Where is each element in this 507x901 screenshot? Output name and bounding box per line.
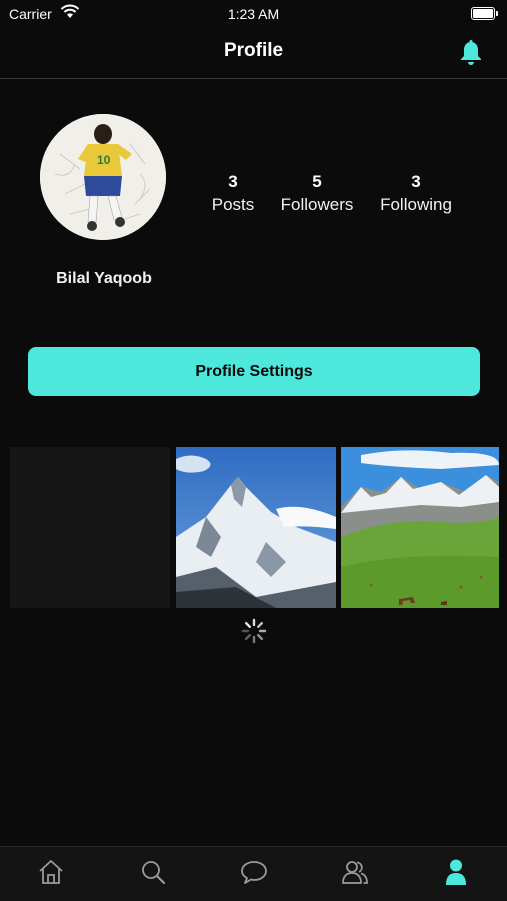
following-label: Following bbox=[380, 195, 452, 214]
profile-icon[interactable] bbox=[441, 857, 471, 887]
followers-count: 5 bbox=[312, 172, 322, 191]
bell-icon[interactable] bbox=[457, 39, 485, 67]
status-time: 1:23 AM bbox=[227, 6, 280, 22]
valley-image bbox=[341, 447, 499, 608]
profile-settings-button[interactable]: Profile Settings bbox=[28, 347, 480, 396]
chat-icon[interactable] bbox=[239, 857, 269, 887]
mountain-image bbox=[176, 447, 336, 608]
user-name: Bilal Yaqoob bbox=[56, 270, 152, 287]
avatar-image: 10 bbox=[40, 114, 166, 240]
svg-text:10: 10 bbox=[97, 153, 111, 167]
followers-label: Followers bbox=[280, 195, 354, 214]
following-count: 3 bbox=[411, 172, 421, 191]
following-stat[interactable]: 3 Following bbox=[361, 172, 471, 215]
status-bar: Carrier 1:23 AM bbox=[0, 0, 507, 28]
home-icon[interactable] bbox=[36, 857, 66, 887]
avatar[interactable]: 10 bbox=[40, 114, 166, 240]
loading-spinner-icon bbox=[241, 618, 267, 644]
people-icon[interactable] bbox=[340, 857, 370, 887]
battery-icon bbox=[471, 7, 498, 20]
post-thumbnail-valley[interactable] bbox=[341, 447, 499, 608]
post-thumbnail-empty[interactable] bbox=[10, 447, 170, 608]
page-title: Profile bbox=[223, 40, 284, 61]
post-thumbnail-mountain[interactable] bbox=[176, 447, 336, 608]
tab-bar bbox=[0, 846, 507, 901]
nav-bar: Profile bbox=[0, 28, 507, 79]
followers-stat[interactable]: 5 Followers bbox=[262, 172, 372, 215]
search-icon[interactable] bbox=[138, 857, 168, 887]
